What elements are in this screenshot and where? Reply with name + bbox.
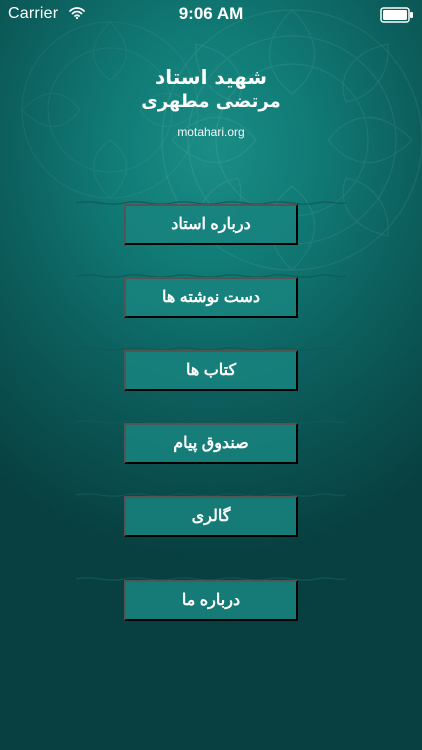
- main-screen: Carrier 9:06 AM شهید استاد مرتضی مطهری m…: [0, 0, 422, 750]
- menu-item-label: درباره ما: [181, 591, 241, 609]
- menu-item-label: کتاب ها: [185, 361, 237, 379]
- main-menu: درباره استاد دست نوشته ها کتاب ها صندوق …: [0, 0, 422, 750]
- menu-item-gallery[interactable]: گالری: [124, 496, 298, 537]
- menu-item-label: دست نوشته ها: [162, 288, 260, 306]
- menu-item-about-us[interactable]: درباره ما: [124, 580, 298, 621]
- menu-item-about-master[interactable]: درباره استاد: [124, 204, 298, 245]
- menu-item-manuscripts[interactable]: دست نوشته ها: [124, 277, 298, 318]
- menu-item-label: صندوق پیام: [173, 434, 249, 452]
- menu-item-label: درباره استاد: [171, 215, 251, 233]
- menu-item-books[interactable]: کتاب ها: [124, 350, 298, 391]
- menu-item-message-box[interactable]: صندوق پیام: [124, 423, 298, 464]
- menu-item-label: گالری: [191, 507, 231, 525]
